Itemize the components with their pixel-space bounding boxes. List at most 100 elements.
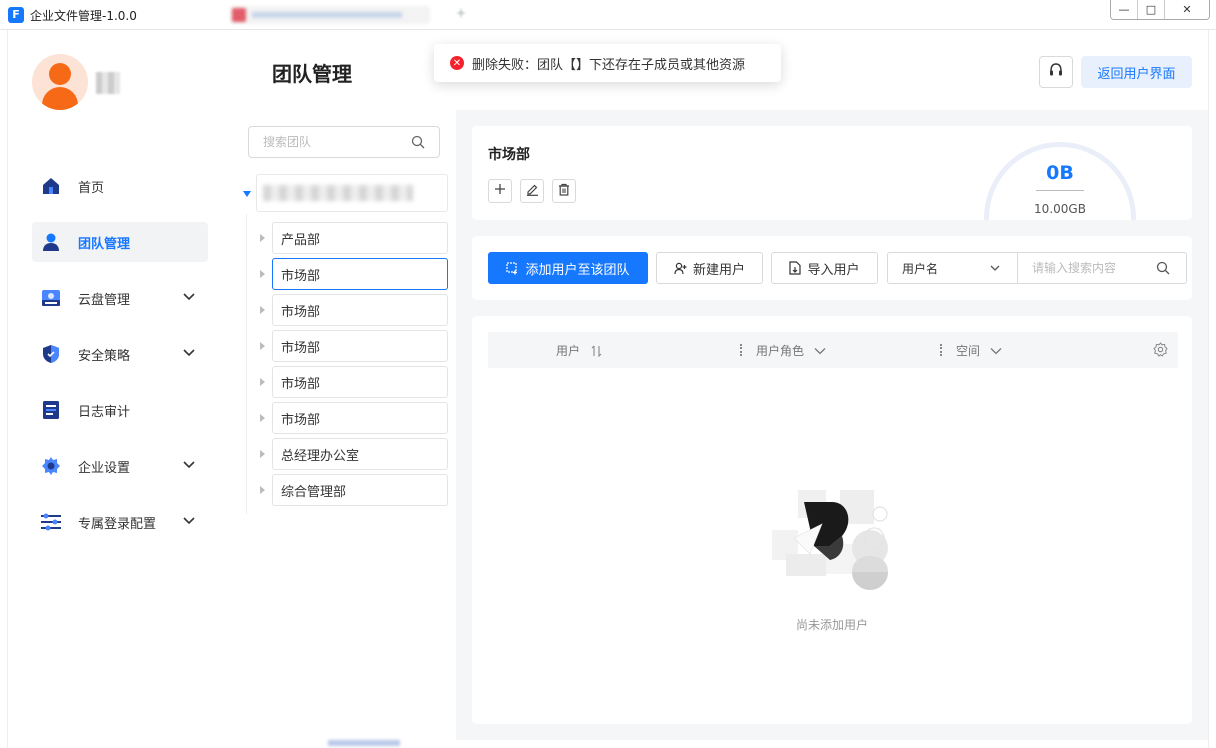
caret-right-icon[interactable] — [260, 306, 265, 314]
gauge-divider — [1036, 190, 1084, 191]
tree-node-label: 综合管理部 — [281, 484, 347, 500]
team-info-card: 市场部 0B 10.00GB — [472, 126, 1192, 220]
sidebar-item-security[interactable]: 安全策略 — [32, 334, 208, 374]
search-icon[interactable] — [1156, 261, 1170, 279]
chevron-down-icon — [182, 346, 196, 364]
column-header-space[interactable]: 空间 — [956, 342, 1002, 359]
tree-node-label: 市场部 — [281, 340, 321, 356]
shield-icon — [40, 343, 62, 365]
search-field-select[interactable]: 用户名 — [888, 253, 1018, 283]
tree-node-label: 产品部 — [281, 232, 321, 248]
app-logo-icon: F — [8, 7, 24, 23]
column-header-user[interactable]: 用户 — [556, 342, 604, 359]
tree-node-label: 总经理办公室 — [281, 448, 360, 464]
add-user-to-team-button[interactable]: 添加用户至该团队 — [488, 252, 648, 284]
storage-total: 10.00GB — [1034, 202, 1086, 216]
tree-node-label: 市场部 — [281, 376, 321, 392]
team-search-input[interactable] — [263, 127, 413, 157]
chevron-down-icon[interactable] — [990, 345, 1002, 357]
tree-node[interactable]: 产品部 — [260, 222, 448, 254]
add-subteam-button[interactable] — [488, 179, 512, 203]
plus-icon — [494, 183, 506, 199]
error-toast: ✕ 删除失败：团队【】下还存在子成员或其他资源 — [434, 44, 781, 82]
import-user-button[interactable]: 导入用户 — [771, 252, 878, 284]
window-frame-right — [1208, 30, 1216, 748]
team-search-box — [248, 126, 440, 158]
column-label: 用户角色 — [756, 344, 805, 358]
tree-node-selected[interactable]: 市场部 — [260, 258, 448, 290]
tree-list: 产品部 市场部 市场部 市场部 市场部 市场部 总经理办公室 综合管理部 — [256, 222, 448, 510]
tree-node[interactable]: 市场部 — [260, 402, 448, 434]
chevron-down-icon[interactable] — [814, 345, 826, 357]
window-frame-left — [0, 30, 8, 748]
user-search-box — [1018, 253, 1186, 283]
minimize-button[interactable]: — — [1111, 0, 1138, 19]
tree-node-label: 市场部 — [281, 304, 321, 320]
sidebar-item-label: 首页 — [78, 180, 105, 196]
sidebar-nav: 首页 团队管理 云盘管理 安全策略 日志审计 企业设置 专属登录配置 — [32, 166, 208, 558]
user-toolbar: 添加用户至该团队 新建用户 导入用户 用户名 — [472, 236, 1192, 300]
new-tab-icon: + — [456, 6, 467, 20]
sidebar-item-cloud-drive[interactable]: 云盘管理 — [32, 278, 208, 318]
tree-node[interactable]: 市场部 — [260, 330, 448, 362]
main-content: 市场部 0B 10.00GB 添加用户至该团队 新建用户 导入用户 用户名 请输… — [456, 110, 1208, 740]
sidebar-item-enterprise-settings[interactable]: 企业设置 — [32, 446, 208, 486]
user-icon — [40, 231, 62, 253]
caret-right-icon[interactable] — [260, 234, 265, 242]
sidebar-item-label: 专属登录配置 — [78, 516, 157, 532]
chevron-down-icon — [182, 290, 196, 308]
close-button[interactable]: ✕ — [1165, 0, 1209, 19]
tree-root-node[interactable] — [243, 174, 448, 212]
chevron-down-icon — [182, 458, 196, 476]
column-resizer[interactable] — [940, 344, 942, 356]
trash-icon — [558, 183, 570, 200]
delete-team-button[interactable] — [552, 179, 576, 203]
tree-node[interactable]: 市场部 — [260, 366, 448, 398]
team-name: 市场部 — [488, 147, 530, 163]
sidebar-item-label: 云盘管理 — [78, 292, 131, 308]
column-settings-gear-icon[interactable] — [1153, 342, 1168, 361]
caret-right-icon[interactable] — [260, 270, 265, 278]
sidebar-item-label: 安全策略 — [78, 348, 131, 364]
column-header-role[interactable]: 用户角色 — [756, 342, 826, 359]
tree-node[interactable]: 综合管理部 — [260, 474, 448, 506]
user-search-input[interactable] — [1032, 253, 1162, 283]
edit-team-button[interactable] — [520, 179, 544, 203]
avatar[interactable] — [32, 54, 88, 110]
sidebar-item-team[interactable]: 团队管理 — [32, 222, 208, 262]
tree-node[interactable]: 总经理办公室 — [260, 438, 448, 470]
column-resizer[interactable] — [740, 344, 742, 356]
caret-right-icon[interactable] — [260, 342, 265, 350]
sort-icon[interactable] — [590, 345, 604, 357]
cloud-drive-icon — [40, 287, 62, 309]
column-label: 用户 — [556, 344, 581, 358]
caret-right-icon[interactable] — [260, 486, 265, 494]
caret-down-icon[interactable] — [243, 191, 251, 197]
caret-right-icon[interactable] — [260, 378, 265, 386]
sliders-icon — [40, 511, 62, 533]
home-icon — [40, 175, 62, 197]
support-button[interactable] — [1039, 56, 1073, 88]
sidebar-item-home[interactable]: 首页 — [32, 166, 208, 206]
caret-right-icon[interactable] — [260, 450, 265, 458]
tree-node[interactable]: 市场部 — [260, 294, 448, 326]
search-icon[interactable] — [411, 135, 425, 153]
maximize-button[interactable]: □ — [1138, 0, 1165, 19]
button-label: 添加用户至该团队 — [525, 262, 630, 278]
add-member-icon — [506, 261, 519, 275]
chevron-down-icon — [989, 262, 1001, 277]
username-redacted — [96, 72, 120, 94]
empty-state-illustration — [770, 488, 894, 594]
headset-icon — [1048, 62, 1064, 82]
new-user-button[interactable]: 新建用户 — [656, 252, 763, 284]
sidebar-item-label: 日志审计 — [78, 404, 131, 420]
empty-state-text: 尚未添加用户 — [795, 618, 868, 632]
back-to-user-view-button[interactable]: 返回用户界面 — [1081, 56, 1192, 88]
sidebar-item-sso-config[interactable]: 专属登录配置 — [32, 502, 208, 542]
sidebar-item-audit-log[interactable]: 日志审计 — [32, 390, 208, 430]
sidebar-item-label: 企业设置 — [78, 460, 131, 476]
storage-used: 0B — [1046, 162, 1074, 184]
search-field-value: 用户名 — [902, 261, 939, 276]
caret-right-icon[interactable] — [260, 414, 265, 422]
team-tree-panel: 团队管理 产品部 市场部 市场部 市场部 市场部 市场部 总经理办公室 综合管理… — [234, 30, 456, 740]
